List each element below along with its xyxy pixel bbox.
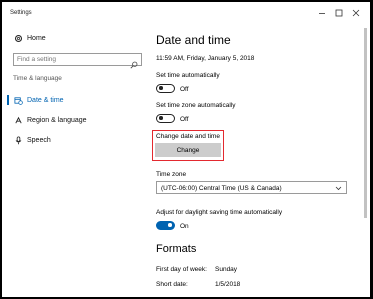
maximize-icon <box>335 9 343 17</box>
short-date-label: Short date: <box>156 281 188 288</box>
sidebar-item-region-language[interactable]: Region & language <box>2 112 148 128</box>
toggle-knob <box>159 116 163 120</box>
sidebar-item-speech[interactable]: Speech <box>2 132 148 148</box>
daylight-saving-label: Adjust for daylight saving time automati… <box>156 209 283 216</box>
sidebar-item-date-time[interactable]: Date & time <box>2 92 148 108</box>
microphone-icon <box>13 135 23 145</box>
toggle-knob <box>159 86 163 90</box>
current-date-time: 11:59 AM, Friday, January 5, 2018 <box>156 55 255 62</box>
sidebar-item-home[interactable]: Home <box>2 30 148 46</box>
first-day-of-week-label: First day of week: <box>156 266 207 273</box>
sidebar-item-home-label: Home <box>27 34 46 42</box>
time-zone-value: (UTC-06:00) Central Time (US & Canada) <box>161 185 282 192</box>
scrollbar-thumb[interactable] <box>364 28 367 218</box>
change-date-time-label: Change date and time <box>156 133 220 140</box>
active-indicator <box>7 95 9 105</box>
sidebar-item-date-time-label: Date & time <box>27 96 64 104</box>
chevron-down-icon <box>335 186 342 191</box>
short-date-value: 1/5/2018 <box>215 281 241 288</box>
settings-window: Settings Home Time & language <box>2 2 370 297</box>
set-time-auto-toggle[interactable] <box>156 84 175 93</box>
section-label-time-language: Time & language <box>13 75 62 82</box>
close-icon <box>352 9 360 17</box>
daylight-saving-state: On <box>180 223 189 230</box>
time-zone-label: Time zone <box>156 171 187 178</box>
set-timezone-auto-state: Off <box>180 116 189 123</box>
minimize-icon <box>319 13 325 14</box>
time-zone-select[interactable]: (UTC-06:00) Central Time (US & Canada) <box>156 181 347 194</box>
title-bar: Settings <box>2 2 370 26</box>
change-button[interactable]: Change <box>155 143 221 157</box>
set-time-auto-label: Set time automatically <box>156 72 220 79</box>
first-day-of-week-value: Sunday <box>215 266 238 273</box>
calendar-clock-icon <box>13 95 23 105</box>
search-icon[interactable] <box>130 56 138 69</box>
set-timezone-auto-label: Set time zone automatically <box>156 102 236 109</box>
scrollbar[interactable] <box>363 26 368 297</box>
window-title: Settings <box>10 10 32 16</box>
set-timezone-auto-toggle[interactable] <box>156 114 175 123</box>
daylight-saving-toggle[interactable] <box>156 221 175 230</box>
search-box[interactable] <box>13 53 142 69</box>
sidebar: Home Time & language Date & time Region … <box>2 26 148 297</box>
gear-icon <box>13 33 23 43</box>
main-content: Date and time 11:59 AM, Friday, January … <box>148 26 362 297</box>
search-input[interactable] <box>14 54 126 65</box>
formats-heading: Formats <box>156 243 197 255</box>
page-title: Date and time <box>156 33 231 47</box>
sidebar-item-speech-label: Speech <box>27 136 51 144</box>
set-time-auto-state: Off <box>180 86 189 93</box>
maximize-button[interactable] <box>332 7 346 19</box>
sidebar-item-region-language-label: Region & language <box>27 116 87 124</box>
close-button[interactable] <box>349 7 363 19</box>
toggle-knob <box>168 223 172 227</box>
language-icon <box>13 115 23 125</box>
minimize-button[interactable] <box>315 7 329 19</box>
